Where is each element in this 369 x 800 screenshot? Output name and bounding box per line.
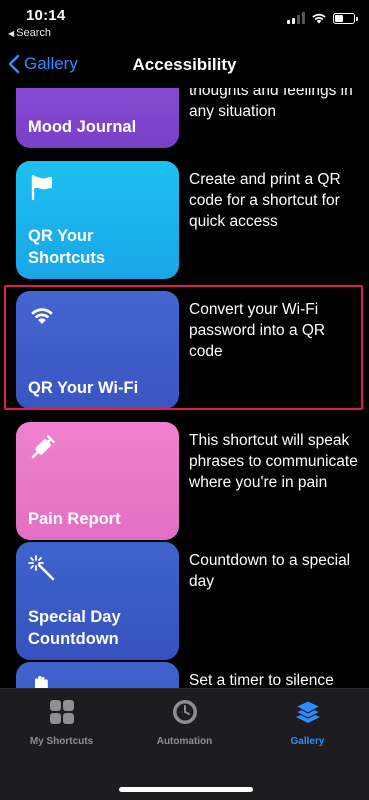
shortcut-description: Create and print a QR code for a shortcu… bbox=[189, 171, 341, 230]
grid-icon bbox=[49, 700, 74, 724]
shortcut-description: Countdown to a special day bbox=[189, 552, 351, 590]
hand-icon bbox=[35, 675, 48, 688]
status-time: 10:14 bbox=[26, 7, 66, 24]
battery-icon bbox=[333, 12, 358, 24]
back-to-app-link[interactable]: ◀ Search bbox=[8, 27, 51, 39]
tab-bar: My Shortcuts Automation Gallery bbox=[0, 688, 369, 800]
shortcut-card-mood-journal[interactable]: Mood Journal bbox=[16, 88, 179, 148]
tab-gallery[interactable]: Gallery bbox=[246, 697, 369, 747]
flag-icon bbox=[31, 174, 52, 201]
shortcut-row: Mood Journal thoughts and feelings in an… bbox=[0, 88, 369, 160]
shortcut-name: QR Your Shortcuts bbox=[28, 227, 106, 267]
shortcut-row: Pain Report This shortcut will speak phr… bbox=[0, 422, 369, 552]
tab-my-shortcuts[interactable]: My Shortcuts bbox=[0, 697, 123, 747]
shortcut-card-qr-your-shortcuts[interactable]: QR Your Shortcuts bbox=[16, 161, 179, 279]
layers-icon bbox=[294, 700, 321, 723]
status-bar: 10:14 ◀ Search bbox=[0, 0, 369, 44]
highlight-box bbox=[4, 285, 363, 410]
shortcut-name: Mood Journal bbox=[28, 118, 137, 136]
shortcut-card-focus-timer[interactable] bbox=[16, 662, 179, 688]
tab-label: Gallery bbox=[290, 736, 325, 747]
shortcut-row: QR Your Shortcuts Create and print a QR … bbox=[0, 161, 369, 291]
system-icons bbox=[287, 12, 358, 24]
clock-icon bbox=[172, 700, 197, 724]
shortcut-row: Special Day Countdown Countdown to a spe… bbox=[0, 542, 369, 672]
shortcut-description: thoughts and feelings in any situation bbox=[189, 88, 353, 120]
shortcut-name: Pain Report bbox=[28, 510, 121, 528]
shortcut-list: Mood Journal thoughts and feelings in an… bbox=[0, 88, 369, 688]
page-title: Accessibility bbox=[132, 55, 237, 74]
shortcut-card-pain-report[interactable]: Pain Report bbox=[16, 422, 179, 540]
home-indicator[interactable] bbox=[119, 787, 253, 792]
syringe-icon bbox=[31, 435, 55, 459]
shortcut-card-special-day-countdown[interactable]: Special Day Countdown bbox=[16, 542, 179, 660]
shortcut-description: This shortcut will speak phrases to comm… bbox=[189, 432, 358, 491]
shortcut-row: Set a timer to silence notifications and… bbox=[0, 662, 369, 688]
magic-wand-icon bbox=[28, 555, 55, 581]
back-to-app-label: Search bbox=[16, 27, 52, 39]
navigation-bar: Gallery Accessibility bbox=[0, 44, 369, 88]
back-triangle-icon: ◀ bbox=[8, 28, 15, 38]
shortcut-name: Special Day Countdown bbox=[28, 608, 121, 648]
cellular-signal-icon bbox=[287, 12, 305, 24]
tab-label: Automation bbox=[156, 736, 213, 747]
wifi-status-icon bbox=[312, 13, 326, 24]
tab-label: My Shortcuts bbox=[29, 736, 94, 747]
shortcut-description: Set a timer to silence notifications and… bbox=[189, 672, 334, 688]
tab-automation[interactable]: Automation bbox=[123, 697, 246, 747]
